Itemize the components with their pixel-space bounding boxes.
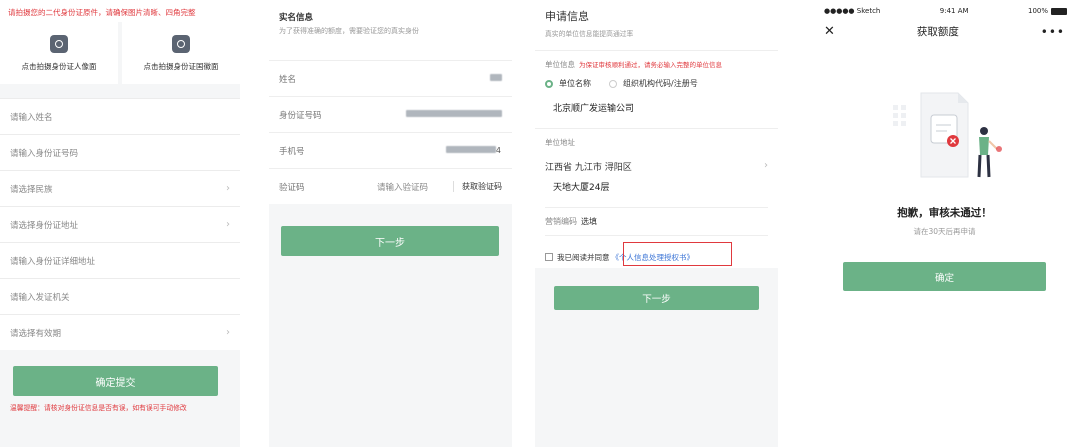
divider (545, 235, 768, 236)
unit-address-section: 单位地址 江西省 九江市 浔阳区 › 天地大厦24层 营销编码 选填 我已阅读并同意… (535, 128, 778, 268)
id-address-select[interactable]: 请选择身份证地址 › (0, 206, 240, 242)
radio-off-icon (609, 79, 617, 88)
radio-label: 组织机构代码/注册号 (623, 79, 698, 88)
id-label: 身份证号码 (279, 110, 322, 121)
field-label: 请输入发证机关 (10, 292, 70, 303)
upload-front-button[interactable]: 点击拍摄身份证人像面 (0, 22, 118, 84)
marketing-code-input[interactable]: 营销编码 选填 (545, 216, 768, 227)
name-row: 姓名 (269, 60, 512, 96)
agree-checkbox[interactable] (545, 253, 553, 261)
confirm-button[interactable]: 确定 (843, 262, 1046, 291)
unit-info-section: 单位信息 为保证审核顺利通过，请务必输入完整的单位信息 单位名称 组织机构代码/注… (535, 50, 778, 128)
next-button[interactable]: 下一步 (554, 286, 759, 310)
phone-value-masked: 4 (445, 146, 502, 155)
photo-warning: 请拍摄您的二代身份证原件，请确保图片清晰、四角完整 (0, 0, 240, 22)
close-icon[interactable]: ✕ (824, 24, 835, 39)
rejected-illustration-icon (893, 92, 1002, 178)
code-row: 验证码 请输入验证码 获取验证码 (269, 168, 512, 204)
id-row: 身份证号码 (269, 96, 512, 132)
field-label: 请输入身份证号码 (10, 148, 79, 159)
issuer-input[interactable]: 请输入发证机关 (0, 278, 240, 314)
phone-suffix: 4 (495, 146, 502, 155)
carrier: ●●●●● Sketch (824, 7, 881, 15)
chevron-right-icon: › (226, 219, 230, 230)
fail-subtitle: 请在30天后再申请 (913, 227, 976, 236)
highlight-box (623, 242, 732, 266)
real-name-panel: 实名信息 为了获得准确的额度，需要验证您的真实身份 姓名 身份证号码 手机号 4… (269, 0, 512, 447)
chevron-right-icon: › (226, 327, 230, 338)
unit-info-label: 单位信息 为保证审核顺利通过，请务必输入完整的单位信息 (545, 59, 768, 70)
address-detail-input[interactable]: 天地大厦24层 (553, 180, 768, 193)
code-label: 验证码 (279, 182, 305, 193)
detail-address-input[interactable]: 请输入身份证详细地址 (0, 242, 240, 278)
field-label: 请输入姓名 (10, 112, 53, 123)
field-label: 请选择民族 (10, 184, 53, 195)
status-bar: ●●●●● Sketch 9:41 AM 100% (810, 0, 1079, 15)
camera-icon (172, 34, 190, 53)
marketing-code-placeholder: 选填 (581, 217, 597, 226)
radio-org-code[interactable]: 组织机构代码/注册号 (609, 78, 698, 89)
address-label: 单位地址 (545, 138, 575, 147)
name-label: 姓名 (279, 74, 297, 85)
application-subtitle: 真实的单位信息能提高通过率 (545, 30, 634, 38)
upload-back-label: 点击拍摄身份证国徽面 (143, 61, 219, 71)
divider (545, 207, 768, 208)
field-label: 请选择身份证地址 (10, 220, 79, 231)
upload-back-button[interactable]: 点击拍摄身份证国徽面 (122, 22, 240, 84)
submit-button[interactable]: 确定提交 (13, 366, 218, 396)
validity-select[interactable]: 请选择有效期 › (0, 314, 240, 350)
address-region: 江西省 九江市 浔阳区 (545, 163, 632, 173)
unit-note: 为保证审核顺利通过，请务必输入完整的单位信息 (579, 61, 722, 69)
more-icon[interactable]: ••• (1041, 25, 1065, 39)
agree-text: 我已阅读并同意 (557, 252, 610, 262)
application-header: 申请信息 真实的单位信息能提高通过率 (535, 0, 778, 50)
status-time: 9:41 AM (939, 7, 969, 15)
radio-label: 单位名称 (559, 79, 591, 88)
battery-level: 100% (1027, 7, 1048, 15)
id-upload-area: 点击拍摄身份证人像面 点击拍摄身份证国徽面 (0, 22, 240, 84)
camera-icon (50, 34, 68, 53)
fail-title: 抱歉，审核未通过！ (897, 207, 992, 219)
name-value-masked (490, 74, 502, 83)
id-number-input[interactable]: 请输入身份证号码 (0, 134, 240, 170)
nav-title: 获取额度 (916, 26, 959, 38)
footer-reminder: 温馨提醒：请核对身份证信息是否有误，如有误可手动修改 (10, 404, 187, 412)
battery-status: 100% (1028, 7, 1067, 15)
next-button[interactable]: 下一步 (281, 226, 499, 256)
code-input[interactable]: 请输入验证码 (377, 181, 428, 193)
real-name-header: 实名信息 为了获得准确的额度，需要验证您的真实身份 (269, 0, 512, 60)
real-name-title: 实名信息 (279, 13, 314, 23)
battery-icon (1051, 7, 1067, 15)
nav-bar: ✕ 获取额度 ••• (810, 15, 1079, 39)
application-title: 申请信息 (545, 10, 589, 23)
id-value-masked (406, 110, 502, 119)
name-input[interactable]: 请输入姓名 (0, 98, 240, 134)
field-label: 请选择有效期 (10, 328, 62, 339)
real-name-subtitle: 为了获得准确的额度，需要验证您的真实身份 (279, 27, 419, 35)
upload-front-label: 点击拍摄身份证人像面 (21, 61, 97, 71)
company-input[interactable]: 北京顺广发运输公司 (553, 101, 768, 129)
ethnicity-select[interactable]: 请选择民族 › (0, 170, 240, 206)
phone-row: 手机号 4 (269, 132, 512, 168)
unit-type-radios: 单位名称 组织机构代码/注册号 (545, 78, 768, 89)
phone-label: 手机号 (279, 146, 305, 157)
radio-on-icon (545, 79, 553, 88)
id-card-form-panel: 请拍摄您的二代身份证原件，请确保图片清晰、四角完整 点击拍摄身份证人像面 点击拍… (0, 0, 240, 447)
chevron-right-icon: › (226, 183, 230, 194)
address-region-select[interactable]: 江西省 九江市 浔阳区 › (545, 160, 768, 173)
result-panel: ●●●●● Sketch 9:41 AM 100% ✕ 获取额度 ••• 抱歉，… (810, 0, 1079, 447)
marketing-code-label: 营销编码 (545, 217, 577, 226)
field-label: 请输入身份证详细地址 (10, 256, 96, 267)
application-panel: 申请信息 真实的单位信息能提高通过率 单位信息 为保证审核顺利通过，请务必输入完整… (535, 0, 778, 447)
radio-unit-name[interactable]: 单位名称 (545, 78, 591, 89)
get-code-button[interactable]: 获取验证码 (453, 181, 502, 192)
unit-label-text: 单位信息 (545, 60, 575, 69)
id-fields-list: 请输入姓名 请输入身份证号码 请选择民族 › 请选择身份证地址 › 请输入身份证详细… (0, 98, 240, 350)
agreement-row: 我已阅读并同意 《个人信息处理授权书》 (545, 242, 768, 272)
chevron-right-icon: › (764, 160, 768, 171)
